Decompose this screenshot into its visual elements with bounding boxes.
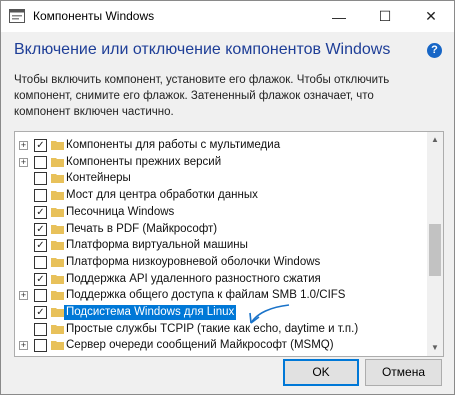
folder-icon xyxy=(51,207,64,217)
folder-icon xyxy=(51,341,64,351)
feature-label: Платформа низкоуровневой оболочки Window… xyxy=(66,255,321,268)
ok-button[interactable]: OK xyxy=(283,359,359,386)
feature-checkbox[interactable] xyxy=(34,289,47,303)
feature-checkbox[interactable]: ✓ xyxy=(34,272,47,286)
folder-icon xyxy=(51,191,64,201)
expand-icon[interactable]: + xyxy=(19,141,28,150)
feature-label: Платформа виртуальной машины xyxy=(66,239,248,252)
folder-icon xyxy=(51,174,64,184)
feature-checkbox[interactable] xyxy=(34,322,47,336)
feature-label: Поддержка API удаленного разностного сжа… xyxy=(66,272,321,285)
folder-icon xyxy=(51,224,64,234)
feature-checkbox[interactable] xyxy=(34,339,47,353)
window-title: Компоненты Windows xyxy=(33,9,155,23)
folder-icon xyxy=(51,308,64,317)
folder-icon xyxy=(51,141,64,150)
folder-icon xyxy=(51,157,64,167)
feature-row[interactable]: Контейнеры xyxy=(15,170,427,187)
feature-row[interactable]: + ✓ Компоненты для работы с мультимедиа xyxy=(15,137,427,154)
close-icon: ✕ xyxy=(425,8,437,24)
folder-icon xyxy=(51,241,64,251)
title-bar[interactable]: Компоненты Windows — ☐ ✕ xyxy=(1,1,454,32)
app-icon xyxy=(9,9,25,23)
feature-label: Компоненты для работы с мультимедиа xyxy=(66,139,281,151)
maximize-button[interactable]: ☐ xyxy=(362,1,408,32)
page-title: Включение или отключение компонентов Win… xyxy=(14,41,391,58)
feature-row[interactable]: ✓ Печать в PDF (Майкрософт) xyxy=(15,221,427,238)
description-text: Чтобы включить компонент, установите его… xyxy=(14,74,390,118)
feature-label: Печать в PDF (Майкрософт) xyxy=(66,222,218,235)
feature-row[interactable]: ✓ Платформа виртуальной машины xyxy=(15,237,427,254)
help-icon[interactable]: ? xyxy=(427,43,442,58)
scroll-down-icon[interactable]: ▼ xyxy=(427,340,443,356)
feature-checkbox[interactable]: ✓ xyxy=(34,205,47,219)
feature-checkbox[interactable] xyxy=(34,155,47,169)
feature-row[interactable]: ✓ Песочница Windows xyxy=(15,204,427,221)
feature-checkbox[interactable]: ✓ xyxy=(34,139,47,152)
feature-label: Песочница Windows xyxy=(66,205,175,218)
feature-checkbox[interactable] xyxy=(34,255,47,269)
cancel-button[interactable]: Отмена xyxy=(365,359,442,386)
feature-row[interactable]: + Компоненты прежних версий xyxy=(15,154,427,171)
dialog-window: Компоненты Windows — ☐ ✕ Включение или о… xyxy=(0,0,455,395)
feature-label: Контейнеры xyxy=(66,172,131,185)
maximize-icon: ☐ xyxy=(378,8,392,24)
vertical-scrollbar[interactable]: ▲ ▼ xyxy=(427,132,443,356)
folder-icon xyxy=(51,257,64,267)
scroll-up-icon[interactable]: ▲ xyxy=(427,132,443,148)
feature-checkbox[interactable] xyxy=(34,172,47,186)
minimize-button[interactable]: — xyxy=(316,1,362,32)
feature-checkbox[interactable]: ✓ xyxy=(34,239,47,253)
feature-label: Мост для центра обработки данных xyxy=(66,189,258,202)
folder-icon xyxy=(51,324,64,334)
close-button[interactable]: ✕ xyxy=(408,1,454,32)
feature-checkbox[interactable] xyxy=(34,189,47,203)
feature-label: Компоненты прежних версий xyxy=(66,155,222,168)
folder-icon xyxy=(51,291,64,301)
folder-icon xyxy=(51,274,64,284)
feature-checkbox[interactable]: ✓ xyxy=(34,306,47,319)
expand-icon[interactable]: + xyxy=(19,157,28,167)
annotation-arrow-icon xyxy=(249,304,290,324)
scrollbar-thumb[interactable] xyxy=(429,224,441,276)
feature-row[interactable]: Мост для центра обработки данных xyxy=(15,187,427,204)
feature-row[interactable]: ✓ Поддержка API удаленного разностного сж… xyxy=(15,271,427,288)
feature-row[interactable]: Платформа низкоуровневой оболочки Window… xyxy=(15,254,427,271)
feature-label: Сервер очереди сообщений Майкрософт (MSM… xyxy=(66,339,334,352)
feature-checkbox[interactable]: ✓ xyxy=(34,222,47,236)
expand-icon[interactable]: + xyxy=(19,291,28,301)
minimize-icon: — xyxy=(332,8,346,25)
expand-icon[interactable]: + xyxy=(19,341,28,351)
